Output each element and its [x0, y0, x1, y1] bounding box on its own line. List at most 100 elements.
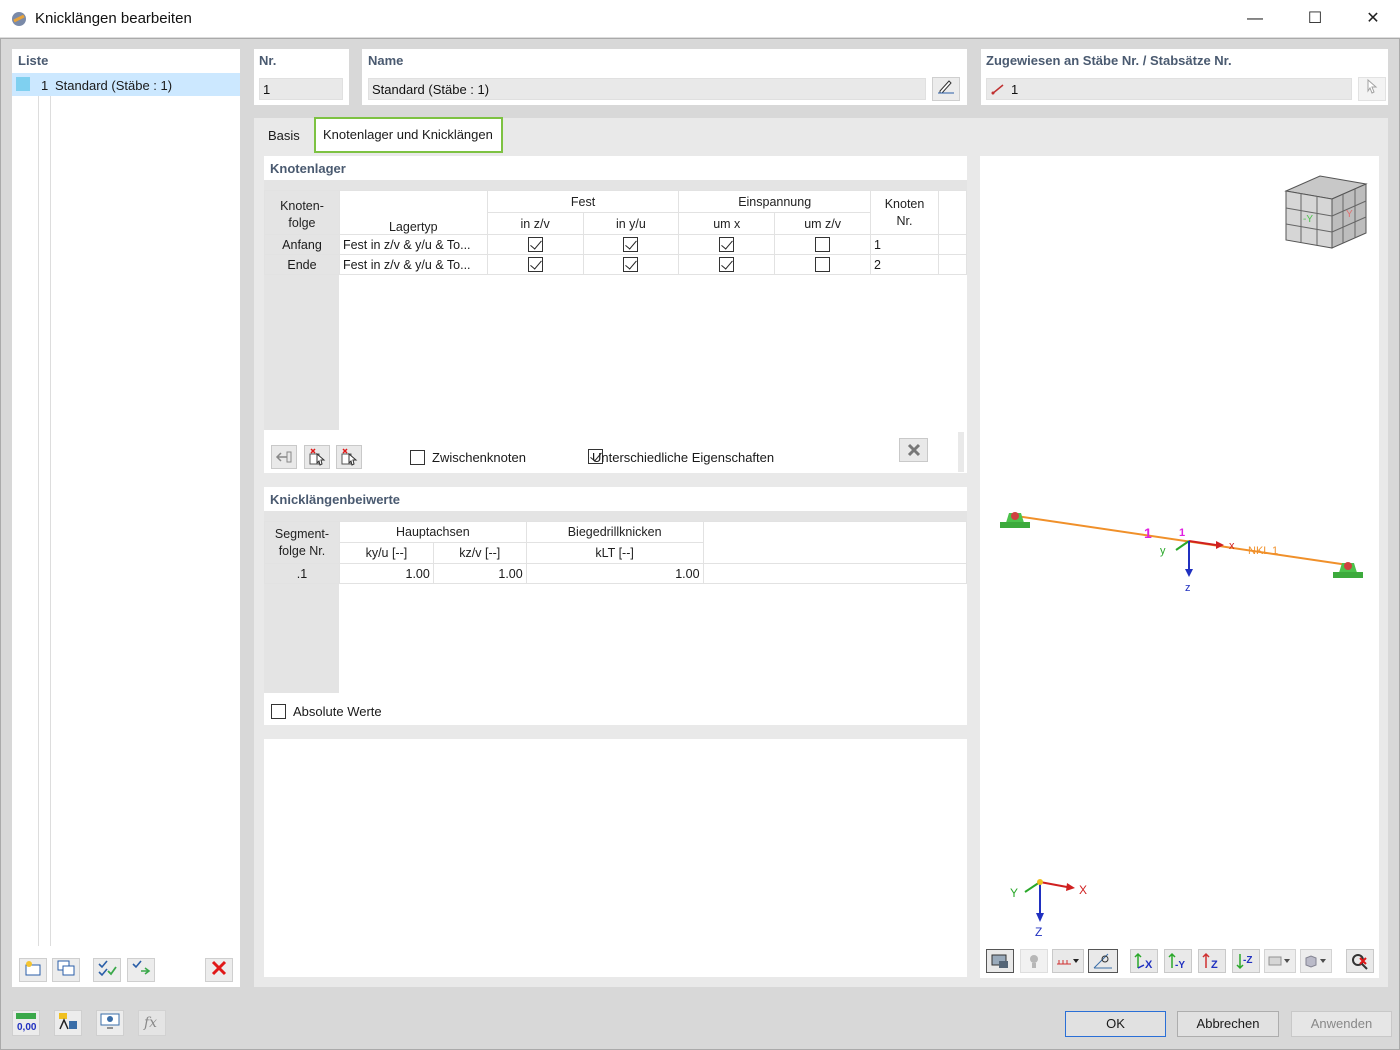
tab-basis[interactable]: Basis [260, 124, 308, 148]
kzv-cell[interactable]: 1.00 [432, 563, 527, 584]
cube-dropdown[interactable] [1300, 949, 1332, 973]
view-neg-y-icon[interactable]: -Y [1164, 949, 1192, 973]
in-zv-checkbox[interactable] [527, 237, 543, 253]
header-um-x: um x [678, 212, 776, 235]
display-settings-icon[interactable] [96, 1010, 124, 1036]
header-in-zv: in z/v [486, 212, 584, 235]
check-swap-icon[interactable] [127, 958, 155, 982]
pick-node-icon[interactable] [304, 445, 330, 469]
units-dropdown[interactable] [1052, 949, 1084, 973]
name-panel: Name Standard (Stäbe : 1) [362, 49, 967, 105]
assigned-field[interactable]: 1 [986, 78, 1352, 100]
window-title: Knicklängen bearbeiten [35, 10, 192, 27]
minimize-button[interactable]: — [1232, 0, 1278, 38]
header-klt: kLT [--] [525, 542, 704, 564]
in-yu-cell[interactable] [582, 254, 680, 275]
knicklaengen-table: Segment-folge Nr. Hauptachsen Biegedrill… [264, 521, 968, 584]
lagertyp-cell[interactable]: Fest in z/v & y/u & To... [338, 234, 488, 255]
close-button[interactable]: ✕ [1350, 0, 1396, 38]
um-zv-checkbox[interactable] [815, 237, 831, 253]
render-icon[interactable] [1020, 949, 1048, 973]
klt-cell[interactable]: 1.00 [525, 563, 704, 584]
nr-field[interactable]: 1 [259, 78, 343, 100]
formula-icon[interactable]: fx [138, 1010, 166, 1036]
maximize-button[interactable]: ☐ [1292, 0, 1338, 38]
knotenlager-title: Knotenlager [270, 161, 346, 176]
check-all-icon[interactable] [93, 958, 121, 982]
view-cube-icon[interactable]: -Y Y [1284, 175, 1368, 249]
local-x: x [1229, 540, 1235, 552]
local-z: z [1185, 582, 1191, 594]
pick-support-icon[interactable] [336, 445, 362, 469]
units-value: 0,00 [17, 1022, 37, 1033]
edit-name-icon[interactable] [932, 77, 960, 101]
zwischenknoten-checkbox[interactable] [410, 450, 425, 466]
knoten-cell[interactable]: 2 [870, 254, 939, 275]
tab-knotenlager[interactable]: Knotenlager und Knicklängen [314, 117, 503, 153]
text-settings-icon[interactable] [54, 1010, 82, 1036]
kyu-cell[interactable]: 1.00 [338, 563, 434, 584]
knicklaengen-panel: Knicklängenbeiwerte Segment-folge Nr. Ha… [264, 487, 968, 725]
member-label: NKL 1 [1248, 545, 1278, 557]
lagertyp-cell[interactable]: Fest in z/v & y/u & To... [338, 254, 488, 275]
import-icon[interactable] [271, 445, 297, 469]
um-zv-cell[interactable] [774, 254, 872, 275]
pick-members-icon[interactable] [1358, 77, 1386, 101]
table-top-band [264, 511, 967, 521]
global-x: X [1079, 883, 1087, 897]
cancel-button[interactable]: Abbrechen [1177, 1011, 1279, 1037]
view-x-icon[interactable]: X [1130, 949, 1158, 973]
graphics-view[interactable]: -Y Y 1 1 NKL 1 x y z X Y Z X -Y Z -Z [980, 156, 1379, 978]
global-y: Y [1010, 886, 1018, 900]
cube-y: Y [1346, 209, 1353, 220]
list-item[interactable]: 1 Standard (Stäbe : 1) [12, 73, 240, 96]
in-zv-cell[interactable] [486, 254, 584, 275]
in-yu-cell[interactable] [582, 234, 680, 255]
um-x-cell[interactable] [678, 254, 776, 275]
header-knoten: Knoten Nr. [870, 190, 939, 235]
in-yu-checkbox[interactable] [623, 257, 639, 273]
name-label: Name [368, 53, 404, 68]
absolute-checkbox[interactable] [271, 704, 286, 720]
header-knotenfolge: Knoten-folge [264, 190, 340, 235]
delete-icon[interactable] [205, 958, 233, 982]
view-z-icon[interactable]: Z [1198, 949, 1226, 973]
table-row: Ende Fest in z/v & y/u & To... 2 [264, 254, 968, 275]
header-biegedrillknicken: Biegedrillknicken [525, 521, 704, 543]
spacer-cell [702, 563, 968, 584]
um-x-checkbox[interactable] [719, 257, 735, 273]
header-text: Nr. [896, 213, 913, 228]
scrollbar[interactable] [958, 432, 964, 472]
member-line[interactable] [1015, 515, 1349, 566]
table-row: .1 1.00 1.00 1.00 [264, 563, 968, 584]
reset-view-icon[interactable] [1346, 949, 1374, 973]
in-zv-checkbox[interactable] [527, 257, 543, 273]
spacer-cell [937, 254, 968, 275]
new-item-icon[interactable] [19, 958, 47, 982]
unterschiedliche-label: Unterschiedliche Eigenschaften [592, 450, 775, 465]
view-neg-z-icon[interactable]: -Z [1232, 949, 1260, 973]
um-zv-cell[interactable] [774, 234, 872, 255]
name-field[interactable]: Standard (Stäbe : 1) [368, 78, 926, 100]
units-icon[interactable]: 0,00 [12, 1010, 40, 1036]
view-settings-icon[interactable] [1088, 949, 1118, 973]
ok-button[interactable]: OK [1065, 1011, 1166, 1037]
um-x-cell[interactable] [678, 234, 776, 255]
copy-item-icon[interactable] [52, 958, 80, 982]
spacer-cell [937, 234, 968, 255]
title-bar: Knicklängen bearbeiten — ☐ ✕ [0, 0, 1400, 38]
in-zv-cell[interactable] [486, 234, 584, 255]
knoten-cell[interactable]: 1 [870, 234, 939, 255]
header-kyu: ky/u [--] [338, 542, 434, 564]
table-top-band [264, 180, 967, 190]
clear-icon[interactable] [899, 438, 928, 462]
global-axes-icon: X Y Z [1010, 879, 1087, 939]
visibility-dropdown[interactable] [1264, 949, 1296, 973]
um-x-checkbox[interactable] [719, 237, 735, 253]
apply-button[interactable]: Anwenden [1291, 1011, 1392, 1037]
local-axes-icon: x y z [1160, 540, 1235, 594]
display-icon[interactable] [986, 949, 1014, 973]
tree-line [38, 96, 39, 946]
in-yu-checkbox[interactable] [623, 237, 639, 253]
um-zv-checkbox[interactable] [815, 257, 831, 273]
